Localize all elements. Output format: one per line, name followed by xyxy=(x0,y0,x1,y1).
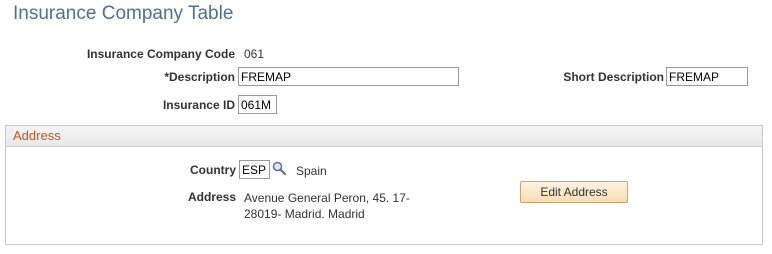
address-section-title: Address xyxy=(13,128,61,143)
description-field[interactable] xyxy=(238,67,459,86)
country-field[interactable] xyxy=(239,160,270,179)
address-label: Address xyxy=(187,190,236,204)
insurance-company-code-label: Insurance Company Code xyxy=(86,47,235,61)
insurance-id-field[interactable] xyxy=(238,95,277,114)
address-text: Avenue General Peron, 45. 17- 28019- Mad… xyxy=(244,191,410,221)
edit-address-button[interactable]: Edit Address xyxy=(520,181,628,203)
country-name: Spain xyxy=(296,164,327,178)
short-description-field[interactable] xyxy=(666,67,748,86)
address-section-header: Address xyxy=(6,126,762,147)
insurance-company-code-value: 061 xyxy=(244,47,265,61)
page-title: Insurance Company Table xyxy=(13,3,234,24)
country-label: Country xyxy=(190,163,236,177)
short-description-label: Short Description xyxy=(563,70,664,84)
magnifier-icon[interactable] xyxy=(272,161,287,176)
insurance-id-label: Insurance ID xyxy=(162,98,235,112)
address-section: Address xyxy=(5,125,763,245)
description-label: *Description xyxy=(164,70,235,84)
